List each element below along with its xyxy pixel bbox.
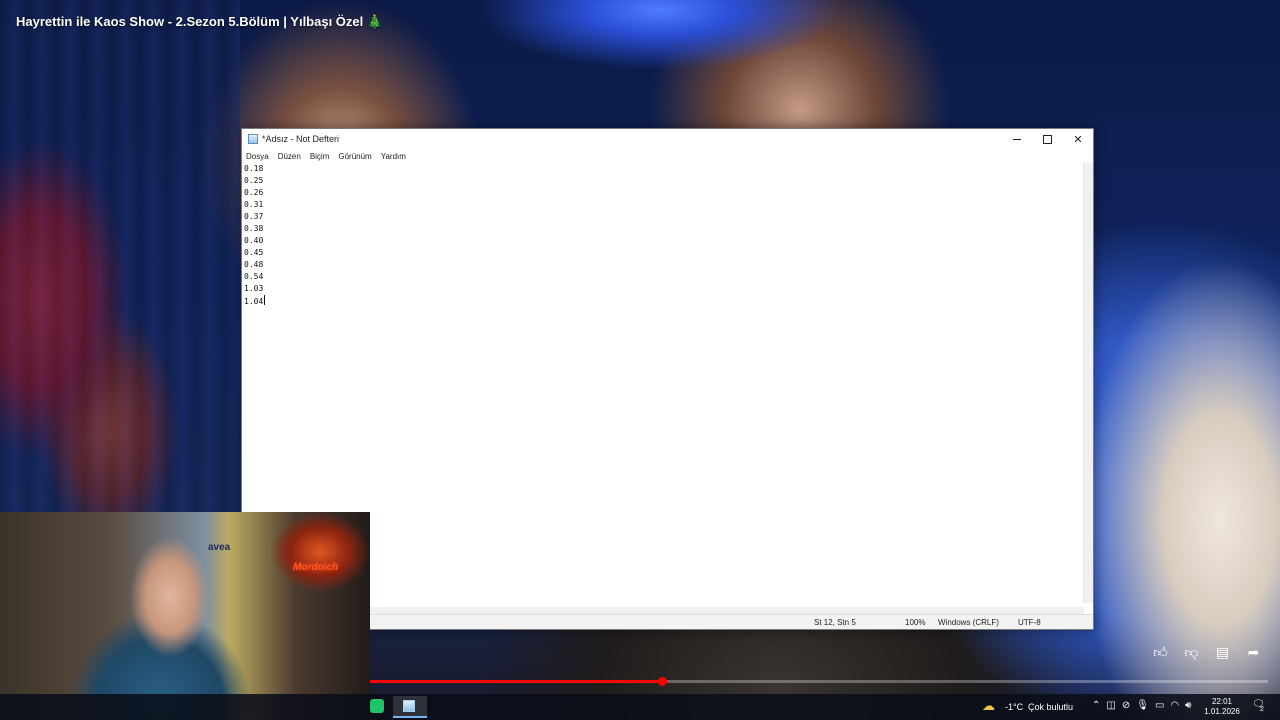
cursor-position: St 12, Stn 5 (814, 618, 856, 627)
menu-edit[interactable]: Düzen (278, 152, 301, 161)
chevron-up-icon[interactable]: ⌃ (1092, 700, 1100, 711)
text-line: 0.26 (244, 188, 264, 197)
wifi-icon[interactable]: ◠ (1170, 700, 1179, 711)
maximize-button[interactable] (1032, 129, 1062, 149)
notepad-icon (248, 134, 258, 144)
christmas-tree-icon: 🎄 (366, 14, 384, 29)
temperature[interactable]: -1°C (1005, 702, 1023, 712)
minimize-icon (1013, 138, 1021, 140)
share-icon[interactable]: ➦ (1244, 644, 1263, 661)
menu-format[interactable]: Biçim (310, 152, 330, 161)
window-title: *Adsız - Not Defteri (262, 134, 340, 144)
camera-icon[interactable]: ◫ (1106, 700, 1115, 711)
weather-icon[interactable]: ☁ (982, 698, 995, 714)
comment-icon[interactable]: ▤ (1213, 644, 1232, 661)
text-caret (264, 295, 266, 305)
taskbar-notepad-button[interactable] (393, 696, 427, 718)
display-icon[interactable]: ▭ (1155, 700, 1164, 711)
maximize-icon (1042, 134, 1052, 144)
dislike-icon[interactable]: 👎︎ (1182, 644, 1201, 661)
text-line-last: 1.04 (244, 295, 1081, 307)
close-button[interactable]: ✕ (1063, 129, 1093, 149)
notification-badge: 2 (1260, 706, 1264, 713)
text-line: 0.25 (244, 176, 264, 185)
like-icon[interactable]: 👍︎ (1151, 644, 1170, 661)
neon-sign-text: Mordoich (293, 562, 338, 573)
text-line: 0.40 (244, 236, 264, 245)
text-line: 0.38 (244, 224, 264, 233)
menu-view[interactable]: Görünüm (338, 152, 371, 161)
network-icon[interactable]: ⊘ (1122, 700, 1130, 711)
notepad-icon (403, 700, 415, 712)
text-line: 1.03 (244, 284, 264, 293)
text-line: 0.45 (244, 248, 264, 257)
encoding: UTF-8 (1018, 618, 1041, 627)
clock-time: 22:01 (1211, 697, 1233, 706)
menu-file[interactable]: Dosya (246, 152, 269, 161)
text-line: 0.54 (244, 272, 264, 281)
text-line: 0.18 (244, 164, 264, 173)
zoom-level: 100% (905, 618, 926, 627)
close-icon: ✕ (1073, 133, 1083, 146)
clock[interactable]: 22:01 1.01.2026 (1202, 697, 1242, 717)
vertical-scrollbar[interactable] (1083, 163, 1093, 603)
menu-help[interactable]: Yardım (381, 152, 406, 161)
taskbar: ☁ -1°C Çok bulutlu ⌃ ◫ ⊘ 🎙︎ ▭ ◠ 🔊︎ 22:01… (0, 694, 1280, 720)
video-title-text: Hayrettin ile Kaos Show - 2.Sezon 5.Bölü… (16, 14, 364, 29)
webcam-overlay: avea Mordoich (0, 512, 370, 720)
text-line: 0.37 (244, 212, 264, 221)
progress-scrubber[interactable] (658, 677, 667, 686)
notifications-button[interactable]: 🗨︎ 2 (1252, 699, 1266, 713)
notepad-titlebar[interactable]: *Adsız - Not Defteri ✕ (242, 129, 1093, 149)
video-title: Hayrettin ile Kaos Show - 2.Sezon 5.Bölü… (16, 14, 383, 30)
minimize-button[interactable] (1002, 129, 1032, 149)
progress-fill (370, 680, 662, 683)
stage-curtain (0, 0, 240, 520)
taskbar-app-icon[interactable] (370, 699, 384, 713)
text-line: 0.31 (244, 200, 264, 209)
text-line-text: 1.04 (244, 297, 264, 306)
microphone-icon[interactable]: 🎙︎ (1136, 700, 1149, 711)
clock-date: 1.01.2026 (1204, 707, 1240, 716)
volume-icon[interactable]: 🔊︎ (1185, 700, 1191, 711)
menu-bar: Dosya Düzen Biçim Görünüm Yardım (242, 149, 1093, 163)
jersey-text: avea (208, 542, 231, 553)
text-line: 0.48 (244, 260, 264, 269)
system-tray: ⌃ ◫ ⊘ 🎙︎ ▭ ◠ 🔊︎ (1092, 700, 1191, 711)
player-actions: 👍︎ 👎︎ ▤ ➦ (1151, 644, 1263, 661)
line-ending: Windows (CRLF) (938, 618, 999, 627)
weather-text[interactable]: Çok bulutlu (1028, 702, 1073, 712)
